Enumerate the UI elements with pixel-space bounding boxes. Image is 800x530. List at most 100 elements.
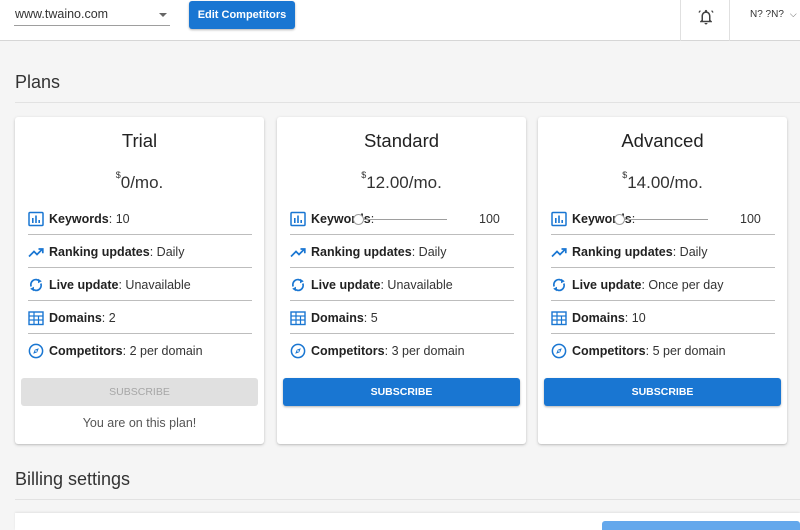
top-bar: www.twaino.com Edit Competitors N? ?N? ⌵ [0, 0, 800, 41]
bell-icon [698, 9, 714, 25]
feature-text: Competitors: 5 per domain [572, 344, 726, 358]
feature-value: : 10 [108, 212, 130, 226]
section-divider [15, 102, 800, 103]
feature-text: Live update: Unavailable [311, 278, 453, 292]
plan-name: Standard [363, 130, 440, 151]
feature-text: Ranking updates: Daily [311, 245, 446, 259]
feature-keywords: Keywords: 100 [290, 202, 514, 235]
feature-value: : 3 per domain [384, 344, 465, 358]
feature-keywords: Keywords: 10 [28, 202, 252, 235]
feature-ranking-updates: Ranking updates: Daily [290, 235, 514, 268]
trending-up-icon [28, 248, 44, 258]
edit-competitors-button[interactable]: Edit Competitors [189, 1, 295, 29]
plan-name: Trial [121, 130, 158, 151]
keywords-slider-value: 100 [479, 212, 500, 226]
feature-live-update: Live update: Once per day [551, 268, 775, 301]
feature-competitors: Competitors: 3 per domain [290, 334, 514, 367]
slider-thumb[interactable] [353, 214, 364, 225]
price-amount: 0/mo. [120, 173, 164, 192]
slider-track [357, 219, 447, 220]
domain-icon [290, 311, 306, 326]
notifications-button[interactable] [680, 0, 730, 41]
plan-card-standard: Standard $12.00/mo. Keywords: 100 Rankin… [277, 117, 526, 444]
plan-card-trial: Trial $0/mo. Keywords: 10 Ranking update… [15, 117, 264, 444]
user-menu[interactable]: N? ?N? ⌵ [750, 9, 797, 20]
slider-thumb[interactable] [614, 214, 625, 225]
domain-icon [551, 311, 567, 326]
chevron-down-icon: ⌵ [789, 9, 797, 19]
price-currency: $ [115, 170, 121, 181]
feature-value: : Once per day [641, 278, 724, 292]
feature-label: Competitors [572, 344, 646, 358]
feature-label: Domains [311, 311, 364, 325]
feature-label: Ranking updates [311, 245, 412, 259]
feature-text: Competitors: 3 per domain [311, 344, 465, 358]
trending-up-icon [290, 248, 306, 258]
compass-icon [28, 343, 44, 359]
feature-value: : 2 per domain [122, 344, 203, 358]
feature-domains: Domains: 10 [551, 301, 775, 334]
billing-section-title: Billing settings [15, 469, 131, 489]
feature-ranking-updates: Ranking updates: Daily [28, 235, 252, 268]
feature-text: Live update: Once per day [572, 278, 723, 292]
plan-price: $12.00/mo. [277, 170, 526, 193]
price-currency: $ [361, 170, 367, 181]
plans-section-title: Plans [15, 72, 61, 92]
site-select[interactable]: www.twaino.com [14, 4, 170, 26]
feature-label: Ranking updates [572, 245, 673, 259]
feature-value: : 5 per domain [645, 344, 726, 358]
subscribe-button: SUBSCRIBE [21, 378, 258, 406]
feature-text: Live update: Unavailable [49, 278, 191, 292]
site-select-value: www.twaino.com [15, 7, 109, 21]
feature-live-update: Live update: Unavailable [290, 268, 514, 301]
domain-icon [28, 311, 44, 326]
plan-name: Advanced [621, 130, 704, 151]
feature-value: : 5 [363, 311, 378, 325]
sync-icon [29, 278, 43, 292]
feature-value: : 2 [101, 311, 116, 325]
bar-chart-icon [551, 211, 567, 227]
feature-label: Competitors [311, 344, 385, 358]
feature-value: : Daily [411, 245, 447, 259]
keywords-slider[interactable] [353, 213, 447, 225]
feature-label: Competitors [49, 344, 123, 358]
feature-keywords: Keywords: 100 [551, 202, 775, 235]
feature-text: Ranking updates: Daily [49, 245, 184, 259]
sync-icon [291, 278, 305, 292]
feature-label: Domains [49, 311, 102, 325]
feature-value: : Daily [149, 245, 185, 259]
feature-competitors: Competitors: 5 per domain [551, 334, 775, 367]
feature-value: : 10 [624, 311, 646, 325]
trending-up-icon [551, 248, 567, 258]
feature-live-update: Live update: Unavailable [28, 268, 252, 301]
feature-domains: Domains: 5 [290, 301, 514, 334]
feature-domains: Domains: 2 [28, 301, 252, 334]
bar-chart-icon [290, 211, 306, 227]
section-divider [15, 499, 800, 500]
compass-icon [551, 343, 567, 359]
feature-value: : Unavailable [380, 278, 453, 292]
feature-label: Keywords [49, 212, 109, 226]
feature-text: Competitors: 2 per domain [49, 344, 203, 358]
subscribe-button[interactable]: SUBSCRIBE [283, 378, 520, 406]
keywords-slider[interactable] [614, 213, 708, 225]
billing-action-button[interactable] [602, 521, 800, 530]
user-name: N? ?N? [750, 9, 784, 20]
price-amount: 14.00/mo. [627, 173, 703, 192]
feature-text: Domains: 2 [49, 311, 116, 325]
plan-card-advanced: Advanced $14.00/mo. Keywords: 100 Rankin… [538, 117, 787, 444]
feature-text: Domains: 10 [572, 311, 646, 325]
sync-icon [552, 278, 566, 292]
feature-label: Live update [311, 278, 381, 292]
feature-label: Live update [572, 278, 642, 292]
feature-value: : Unavailable [118, 278, 191, 292]
feature-ranking-updates: Ranking updates: Daily [551, 235, 775, 268]
price-currency: $ [622, 170, 628, 181]
price-amount: 12.00/mo. [366, 173, 442, 192]
feature-value: : Daily [672, 245, 708, 259]
subscribe-button[interactable]: SUBSCRIBE [544, 378, 781, 406]
feature-text: Keywords: 10 [49, 212, 130, 226]
current-plan-note: You are on this plan! [82, 416, 197, 430]
plan-price: $14.00/mo. [538, 170, 787, 193]
feature-text: Ranking updates: Daily [572, 245, 707, 259]
